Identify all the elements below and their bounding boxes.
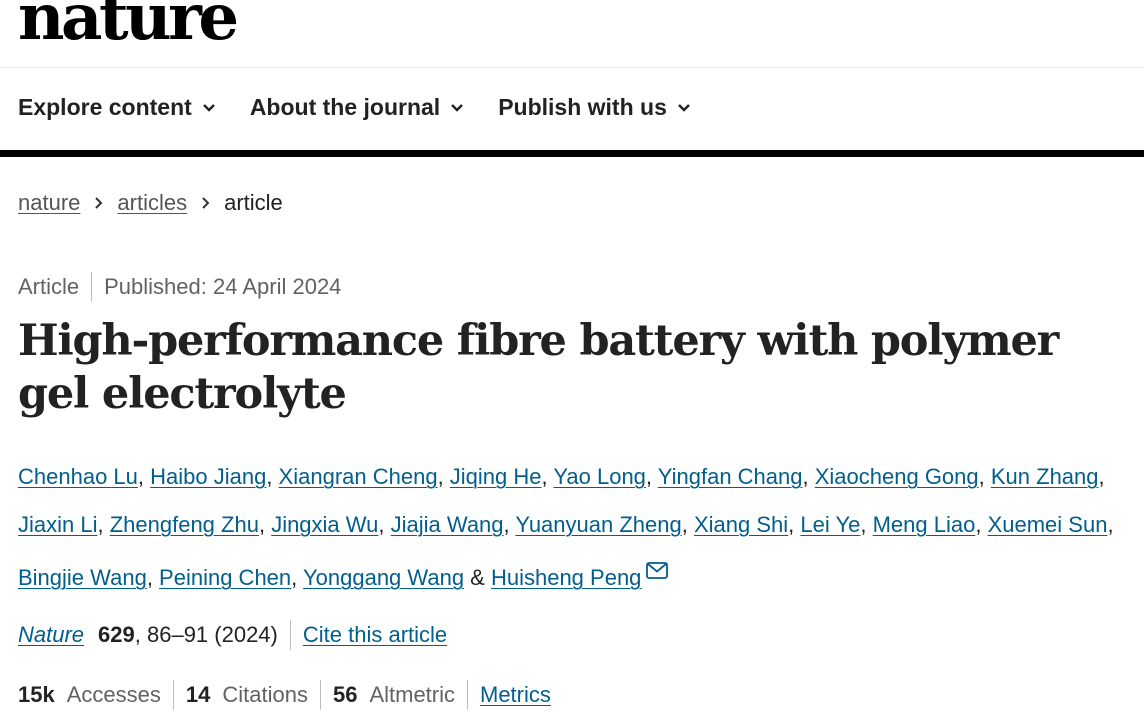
chevron-right-icon bbox=[201, 196, 211, 210]
citations-count: 14 bbox=[185, 682, 211, 707]
main-nav: Explore content About the journal Publis… bbox=[18, 94, 725, 121]
author-link[interactable]: Xiang Shi bbox=[694, 512, 788, 537]
breadcrumb-current: article bbox=[224, 190, 283, 215]
nav-label: Publish with us bbox=[498, 94, 667, 120]
nature-logo[interactable]: nature bbox=[18, 0, 239, 50]
author-link[interactable]: Zhengfeng Zhu bbox=[110, 512, 259, 537]
breadcrumb-nature[interactable]: nature bbox=[18, 190, 80, 216]
author-link[interactable]: Meng Liao bbox=[873, 512, 976, 537]
divider bbox=[172, 680, 174, 710]
altmetric-label: Altmetric bbox=[369, 682, 455, 707]
nav-publish-with-us[interactable]: Publish with us bbox=[498, 94, 691, 121]
author-link[interactable]: Haibo Jiang bbox=[150, 464, 266, 489]
author-link[interactable]: Jingxia Wu bbox=[271, 512, 378, 537]
chevron-down-icon bbox=[450, 103, 464, 113]
chevron-right-icon bbox=[94, 196, 104, 210]
header-divider bbox=[0, 67, 1144, 68]
chevron-down-icon bbox=[677, 103, 691, 113]
header-black-bar bbox=[0, 150, 1144, 157]
chevron-down-icon bbox=[202, 103, 216, 113]
divider bbox=[91, 272, 93, 302]
author-link[interactable]: Bingjie Wang bbox=[18, 565, 147, 590]
author-link[interactable]: Kun Zhang bbox=[991, 464, 1099, 489]
published-date: Published: 24 April 2024 bbox=[104, 274, 342, 299]
author-list: Chenhao Lu, Haibo Jiang, Xiangran Cheng,… bbox=[18, 453, 1128, 602]
journal-link[interactable]: Nature bbox=[18, 622, 84, 648]
cite-this-article-link[interactable]: Cite this article bbox=[303, 622, 447, 648]
author-link[interactable]: Jiaxin Li bbox=[18, 512, 97, 537]
author-link[interactable]: Yao Long bbox=[553, 464, 646, 489]
author-link[interactable]: Yingfan Chang bbox=[658, 464, 803, 489]
altmetric-count: 56 bbox=[332, 682, 358, 707]
author-link[interactable]: Lei Ye bbox=[800, 512, 860, 537]
volume: 629 bbox=[98, 622, 135, 647]
nav-label: Explore content bbox=[18, 94, 192, 120]
divider bbox=[289, 620, 291, 650]
accesses-label: Accesses bbox=[66, 682, 161, 707]
breadcrumb: nature articles article bbox=[18, 190, 283, 216]
author-link[interactable]: Xiaocheng Gong bbox=[815, 464, 979, 489]
author-link[interactable]: Peining Chen bbox=[159, 565, 291, 590]
citations-label: Citations bbox=[222, 682, 308, 707]
article-title: High-performance fibre battery with poly… bbox=[18, 316, 1059, 419]
article-meta: Article Published: 24 April 2024 bbox=[18, 272, 341, 302]
nav-label: About the journal bbox=[249, 94, 441, 120]
author-link[interactable]: Yonggang Wang bbox=[303, 565, 464, 590]
author-link[interactable]: Xiangran Cheng bbox=[279, 464, 438, 489]
envelope-icon[interactable] bbox=[646, 548, 669, 596]
accesses-count: 15k bbox=[18, 682, 55, 707]
author-link[interactable]: Chenhao Lu bbox=[18, 464, 138, 489]
author-link[interactable]: Jiajia Wang bbox=[391, 512, 504, 537]
article-metrics: 15k Accesses 14 Citations 56 Altmetric M… bbox=[18, 680, 551, 710]
divider bbox=[467, 680, 468, 710]
metrics-link[interactable]: Metrics bbox=[480, 682, 551, 708]
breadcrumb-articles[interactable]: articles bbox=[117, 190, 187, 216]
nav-about-journal[interactable]: About the journal bbox=[250, 94, 464, 121]
author-link[interactable]: Yuanyuan Zheng bbox=[515, 512, 681, 537]
nav-explore-content[interactable]: Explore content bbox=[18, 94, 216, 121]
author-link[interactable]: Xuemei Sun bbox=[988, 512, 1108, 537]
author-link[interactable]: Huisheng Peng bbox=[491, 565, 641, 590]
article-type: Article bbox=[18, 274, 80, 299]
pages-year: , 86–91 (2024) bbox=[134, 622, 278, 647]
divider bbox=[319, 680, 321, 710]
citation-line: Nature 629 , 86–91 (2024) Cite this arti… bbox=[18, 620, 447, 650]
author-link[interactable]: Jiqing He bbox=[450, 464, 542, 489]
